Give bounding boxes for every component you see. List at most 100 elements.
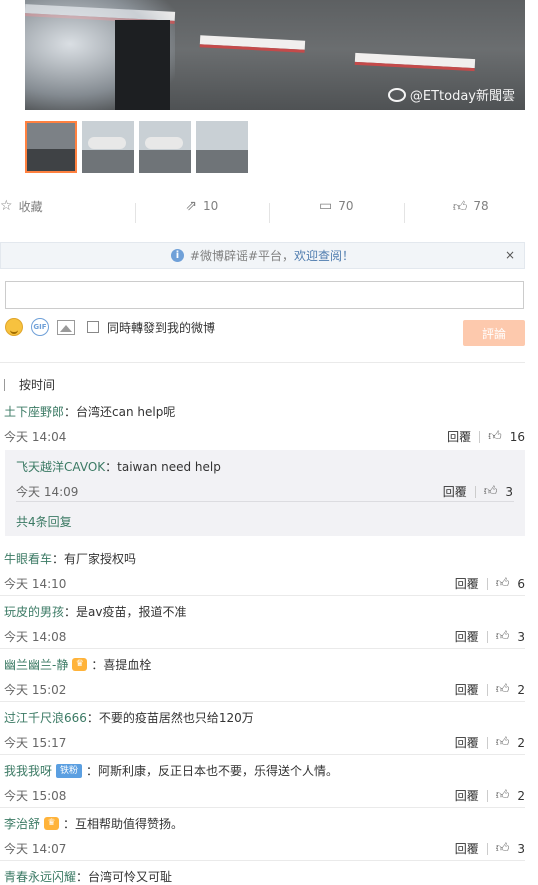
thumbnail-2[interactable] [82,121,134,173]
weibo-post-page: @ETtoday新聞雲 ☆ 收藏 ⇗ 10 ▭ 70 👍︎ 78 i #微博辟谣… [0,0,538,885]
notice-link[interactable]: 欢迎查阅！ [294,247,354,264]
like-count: 2 [517,788,525,803]
fan-badge: 铁粉 [56,763,83,778]
reply-item: 飞天越洋CAVOK ：taiwan need help 今天 14:09 回覆 👍︎… [16,458,513,500]
comment-user[interactable]: 李治舒 [4,815,40,832]
gif-icon[interactable]: GIF [31,318,49,336]
comment-user[interactable]: 土下座野郎 [4,403,64,420]
thumbs-up-icon[interactable]: 👍︎ [496,788,510,803]
divider [0,701,525,702]
forward-checkbox[interactable] [87,321,99,333]
like-count: 3 [517,629,525,644]
like-count: 6 [517,576,525,591]
sort-divider [4,378,5,391]
comment-time: 今天 14:10 [4,577,67,591]
thumbnail-strip [25,121,248,173]
like-count: 3 [505,484,513,499]
composer-toolbar: GIF 同時轉發到我的微博 [5,318,215,336]
like-count: 78 [473,199,489,213]
reply-button[interactable]: 回覆 [455,628,479,645]
comment-item: 青春永远闪耀 ：台湾可怜又可耻 [4,868,525,885]
divider [0,754,525,755]
comment-text: ：台湾还can help呢 [64,405,176,419]
comment-user[interactable]: 青春永远闪耀 [4,868,76,885]
thumbnail-3[interactable] [139,121,191,173]
reply-button[interactable]: 回覆 [455,681,479,698]
thumbs-up-icon[interactable]: 👍︎ [496,629,510,644]
forward-checkbox-label: 同時轉發到我的微博 [107,320,216,335]
thumbs-up-icon[interactable]: 👍︎ [496,682,510,697]
comment-user[interactable]: 过江千尺浪666 [4,709,87,726]
comment-user[interactable]: 我我我呀 [4,762,52,779]
sort-toggle[interactable]: 按时间 [4,376,55,393]
watermark-text: @ETtoday新聞雲 [409,89,515,104]
comment-item: 过江千尺浪666 ：不要的疫苗居然也只给120万 今天 15:17 回覆 👍︎ 2 [4,709,525,751]
comment-time: 今天 14:09 [16,485,79,499]
notice-text: #微博辟谣#平台， [189,249,295,263]
post-image[interactable]: @ETtoday新聞雲 [25,0,525,110]
thumbs-up-icon[interactable]: 👍︎ [484,484,498,499]
thumbs-up-icon[interactable]: 👍︎ [496,841,510,856]
comment-time: 今天 14:04 [4,430,67,444]
favorite-button[interactable]: ☆ 收藏 [0,198,135,215]
divider [0,807,525,808]
thumbs-up-icon: 👍︎ [452,198,468,215]
comment-time: 今天 14:07 [4,842,67,856]
weibo-logo-icon [387,87,406,102]
comment-time: 今天 14:08 [4,630,67,644]
comment-item: 土下座野郎 ：台湾还can help呢 今天 14:04 回覆 👍︎ 16 [4,403,525,445]
favorite-label: 收藏 [18,199,43,214]
reply-button[interactable]: 回覆 [455,575,479,592]
emoji-icon[interactable] [5,318,23,336]
thumbs-up-icon[interactable]: 👍︎ [488,429,502,444]
like-count: 2 [517,735,525,750]
runway-stripe [199,35,306,53]
star-icon: ☆ [0,198,13,214]
comment-text: ：互相帮助值得赞扬。 [63,817,184,831]
thumbs-up-icon[interactable]: 👍︎ [496,735,510,750]
like-count: 2 [517,682,525,697]
person-leg [115,20,170,110]
reply-button[interactable]: 回覆 [455,734,479,751]
comment-user[interactable]: 牛眼看车 [4,550,52,567]
divider [0,648,525,649]
comment-text: ：喜提血栓 [91,658,152,672]
comment-count: 70 [338,199,354,213]
reply-button[interactable]: 回覆 [455,787,479,804]
share-icon: ⇗ [185,198,197,214]
divider [16,501,514,502]
comment-time: 今天 15:02 [4,683,67,697]
comment-item: 幽兰幽兰-静 ♛ ：喜提血栓 今天 15:02 回覆 👍︎ 2 [4,656,525,698]
comment-user[interactable]: 幽兰幽兰-静 [4,656,68,673]
forward-button[interactable]: ⇗ 10 [134,198,270,223]
comment-text: ：台湾可怜又可耻 [76,870,173,884]
like-count: 3 [517,841,525,856]
comment-text: ：有厂家授权吗 [52,552,137,566]
comment-item: 我我我呀 铁粉 ：阿斯利康，反正日本也不要，乐得送个人情。 今天 15:08 回覆 👍… [4,762,525,804]
comment-user[interactable]: 玩皮的男孩 [4,603,64,620]
image-watermark: @ETtoday新聞雲 [387,85,515,104]
image-upload-icon[interactable] [57,319,75,335]
comment-user[interactable]: 飞天越洋CAVOK [16,458,105,475]
thumbnail-1[interactable] [25,121,77,173]
reply-button[interactable]: 回覆 [443,483,467,500]
info-icon: i [170,249,184,262]
sort-by-time[interactable]: 按时间 [19,376,55,393]
comment-item: 玩皮的男孩 ：是av疫苗，报道不准 今天 14:08 回覆 👍︎ 3 [4,603,525,645]
divider [0,860,525,861]
comment-time: 今天 15:17 [4,736,67,750]
post-action-bar: ☆ 收藏 ⇗ 10 ▭ 70 👍︎ 78 [0,191,538,223]
like-button[interactable]: 👍︎ 78 [403,198,538,223]
submit-comment-button[interactable]: 評論 [463,320,525,346]
runway-stripe [354,52,476,72]
thumbs-up-icon[interactable]: 👍︎ [496,576,510,591]
comment-input[interactable] [5,281,524,309]
thumbnail-4[interactable] [196,121,248,173]
comment-item: 李治舒 ♛ ：互相帮助值得赞扬。 今天 14:07 回覆 👍︎ 3 [4,815,525,857]
comment-text: ：是av疫苗，报道不准 [64,605,187,619]
more-replies-link[interactable]: 共4条回复 [16,513,72,530]
close-icon[interactable]: × [505,248,515,262]
reply-button[interactable]: 回覆 [455,840,479,857]
comment-button[interactable]: ▭ 70 [269,198,404,223]
reply-button[interactable]: 回覆 [447,428,471,445]
